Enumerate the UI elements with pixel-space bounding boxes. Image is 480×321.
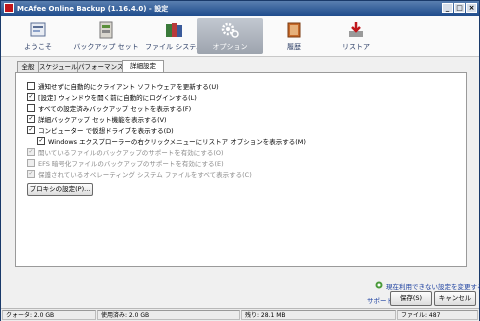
- settings-window: McAfee Online Backup (1.16.4.0) - 設定 _ □…: [0, 0, 480, 321]
- home-icon: [30, 22, 46, 37]
- gear-icon: [221, 22, 239, 38]
- nav-history[interactable]: 履歴: [261, 18, 327, 54]
- option-label: すべての設定済みバックアップ セットを表示する(F): [38, 105, 192, 113]
- option-auto-login[interactable]: ✓ [設定] ウィンドウを開く前に自動的にログインする(L): [27, 93, 197, 103]
- main-toolbar: ようこそ バックアップ セット ファイル システム オプション 履歴 リストア: [1, 16, 479, 57]
- checkbox-open-files: ✓: [27, 148, 35, 156]
- nav-restore[interactable]: リストア: [323, 18, 389, 54]
- checkbox-explorer-menu[interactable]: ✓: [37, 137, 45, 145]
- status-files: ファイル: 487: [397, 310, 478, 320]
- tab-general[interactable]: 全般: [17, 61, 39, 72]
- status-remaining: 残り: 28.1 MB: [241, 310, 396, 320]
- nav-label: オプション: [212, 43, 248, 51]
- maximize-button[interactable]: □: [454, 3, 465, 13]
- proxy-settings-button[interactable]: プロキシの設定(P)...: [27, 183, 93, 196]
- advanced-settings-body: 通知せずに自動的にクライアント ソフトウェアを更新する(U) ✓ [設定] ウィン…: [15, 72, 467, 267]
- settings-panel: 全般 スケジュール パフォーマンス 詳細設定 通知せずに自動的にクライアント ソ…: [10, 60, 470, 267]
- folder-icon: [99, 21, 113, 39]
- option-label: 詳細バックアップ セット機能を表示する(V): [38, 116, 167, 124]
- tab-schedule[interactable]: スケジュール: [38, 61, 78, 72]
- option-efs-files: EFS 暗号化ファイルのバックアップのサポートを有効にする(E): [27, 159, 224, 169]
- option-label: EFS 暗号化ファイルのバックアップのサポートを有効にする(E): [38, 160, 224, 168]
- mcafee-app-icon: [4, 3, 14, 13]
- file-system-icon: [166, 23, 182, 37]
- option-open-files: ✓ 開いているファイルのバックアップのサポートを有効にする(O): [27, 148, 224, 158]
- option-label: Windows エクスプローラーの右クリックメニューにリストア オプションを表示…: [48, 138, 306, 146]
- option-auto-update[interactable]: 通知せずに自動的にクライアント ソフトウェアを更新する(U): [27, 82, 219, 92]
- checkbox-efs-files: [27, 159, 35, 167]
- cancel-button[interactable]: キャンセル: [434, 291, 476, 306]
- nav-label: ようこそ: [24, 43, 52, 51]
- checkbox-virtual-drive[interactable]: ✓: [27, 126, 35, 134]
- status-quota: クォータ: 2.0 GB: [2, 310, 96, 320]
- close-button[interactable]: ×: [466, 3, 477, 13]
- option-label: 通知せずに自動的にクライアント ソフトウェアを更新する(U): [38, 83, 219, 91]
- option-advanced-features[interactable]: ✓ 詳細バックアップ セット機能を表示する(V): [27, 115, 167, 125]
- checkbox-show-all-sets[interactable]: [27, 104, 35, 112]
- option-protected-os-files: ✓ 保護されているオペレーティング システム ファイルをすべて表示する(C): [27, 170, 252, 180]
- nav-backup-set[interactable]: バックアップ セット: [73, 18, 139, 54]
- nav-welcome[interactable]: ようこそ: [5, 18, 71, 54]
- save-button[interactable]: 保存(S): [390, 291, 432, 306]
- option-label: [設定] ウィンドウを開く前に自動的にログインする(L): [38, 94, 197, 102]
- checkbox-auto-login[interactable]: ✓: [27, 93, 35, 101]
- checkbox-protected-os-files: ✓: [27, 170, 35, 178]
- window-title: McAfee Online Backup (1.16.4.0) - 設定: [17, 5, 169, 13]
- option-label: 開いているファイルのバックアップのサポートを有効にする(O): [38, 149, 224, 157]
- option-virtual-drive[interactable]: ✓ コンピューター で仮想ドライブを表示する(D): [27, 126, 174, 136]
- option-label: コンピューター で仮想ドライブを表示する(D): [38, 127, 174, 135]
- checkbox-advanced-features[interactable]: ✓: [27, 115, 35, 123]
- book-icon: [287, 22, 301, 38]
- restore-icon: [349, 22, 363, 37]
- tab-performance[interactable]: パフォーマンス: [77, 61, 123, 72]
- option-label: 保護されているオペレーティング システム ファイルをすべて表示する(C): [38, 171, 252, 179]
- nav-label: 履歴: [287, 43, 301, 51]
- nav-label: バックアップ セット: [73, 43, 139, 51]
- checkbox-auto-update[interactable]: [27, 82, 35, 90]
- title-bar: McAfee Online Backup (1.16.4.0) - 設定 _ □…: [1, 1, 479, 16]
- option-show-all-sets[interactable]: すべての設定済みバックアップ セットを表示する(F): [27, 104, 192, 114]
- nav-label: リストア: [342, 43, 370, 51]
- minimize-button[interactable]: _: [442, 3, 453, 13]
- nav-options[interactable]: オプション: [197, 18, 263, 54]
- status-used: 使用済み: 2.0 GB: [97, 310, 240, 320]
- settings-link-icon: [375, 281, 383, 289]
- status-bar: クォータ: 2.0 GB 使用済み: 2.0 GB 残り: 28.1 MB ファ…: [1, 308, 479, 321]
- option-explorer-menu[interactable]: ✓ Windows エクスプローラーの右クリックメニューにリストア オプションを表…: [37, 137, 306, 147]
- change-unavailable-settings-link[interactable]: 現在利用できない設定を変更する: [386, 281, 480, 291]
